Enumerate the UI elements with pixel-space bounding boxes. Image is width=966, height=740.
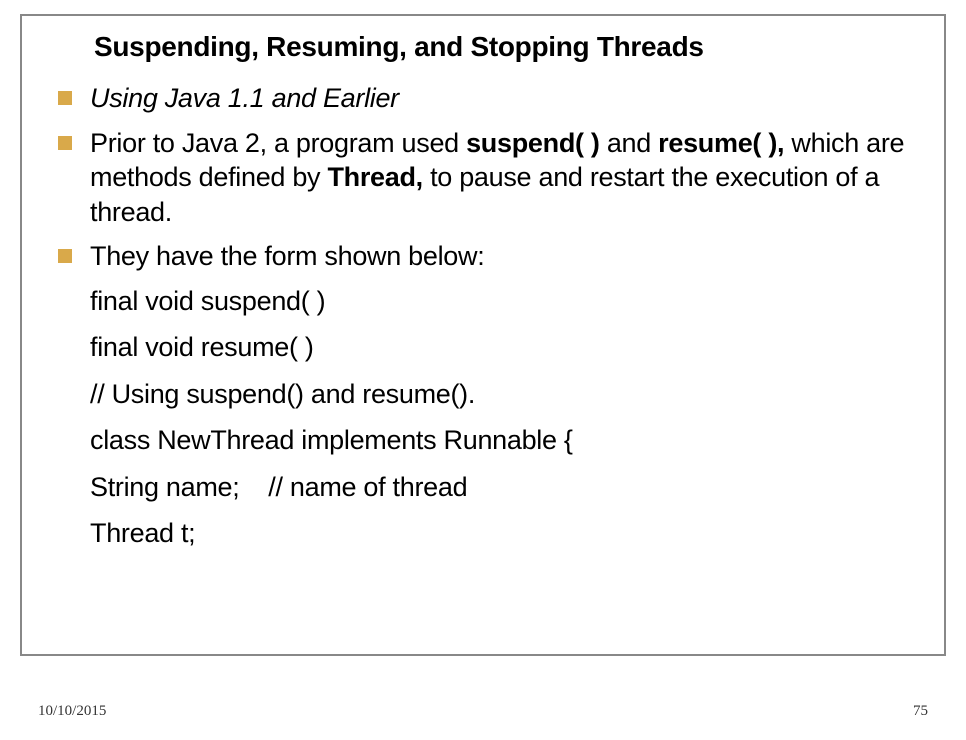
- text-segment: Prior to Java 2, a program used: [90, 128, 466, 158]
- slide-title: Suspending, Resuming, and Stopping Threa…: [94, 31, 924, 63]
- bullet-item-3: They have the form shown below:: [58, 239, 924, 274]
- code-line: final void resume( ): [90, 330, 924, 365]
- text-segment: They have the form shown below:: [90, 241, 484, 271]
- bullet-item-1: Using Java 1.1 and Earlier: [58, 81, 924, 116]
- slide-footer: 10/10/2015 75: [0, 703, 966, 720]
- bullet-item-2: Prior to Java 2, a program used suspend(…: [58, 126, 924, 230]
- square-bullet-icon: [58, 136, 72, 150]
- square-bullet-icon: [58, 249, 72, 263]
- bullet-text-2: Prior to Java 2, a program used suspend(…: [90, 126, 924, 230]
- text-segment: Thread,: [327, 162, 422, 192]
- bullet-text-3: They have the form shown below:: [90, 239, 484, 274]
- code-line: final void suspend( ): [90, 284, 924, 319]
- text-segment: and: [607, 128, 658, 158]
- code-line: // Using suspend() and resume().: [90, 377, 924, 412]
- square-bullet-icon: [58, 91, 72, 105]
- code-line: Thread t;: [90, 516, 924, 551]
- slide-frame: Suspending, Resuming, and Stopping Threa…: [20, 14, 946, 656]
- text-segment: Using Java 1.1 and Earlier: [90, 83, 399, 113]
- text-segment: resume( ),: [658, 128, 784, 158]
- text-segment: suspend( ): [466, 128, 607, 158]
- bullet-text-1: Using Java 1.1 and Earlier: [90, 81, 399, 116]
- code-line: String name; // name of thread: [90, 470, 924, 505]
- code-line: class NewThread implements Runnable {: [90, 423, 924, 458]
- footer-page-number: 75: [913, 703, 928, 720]
- footer-date: 10/10/2015: [38, 703, 106, 720]
